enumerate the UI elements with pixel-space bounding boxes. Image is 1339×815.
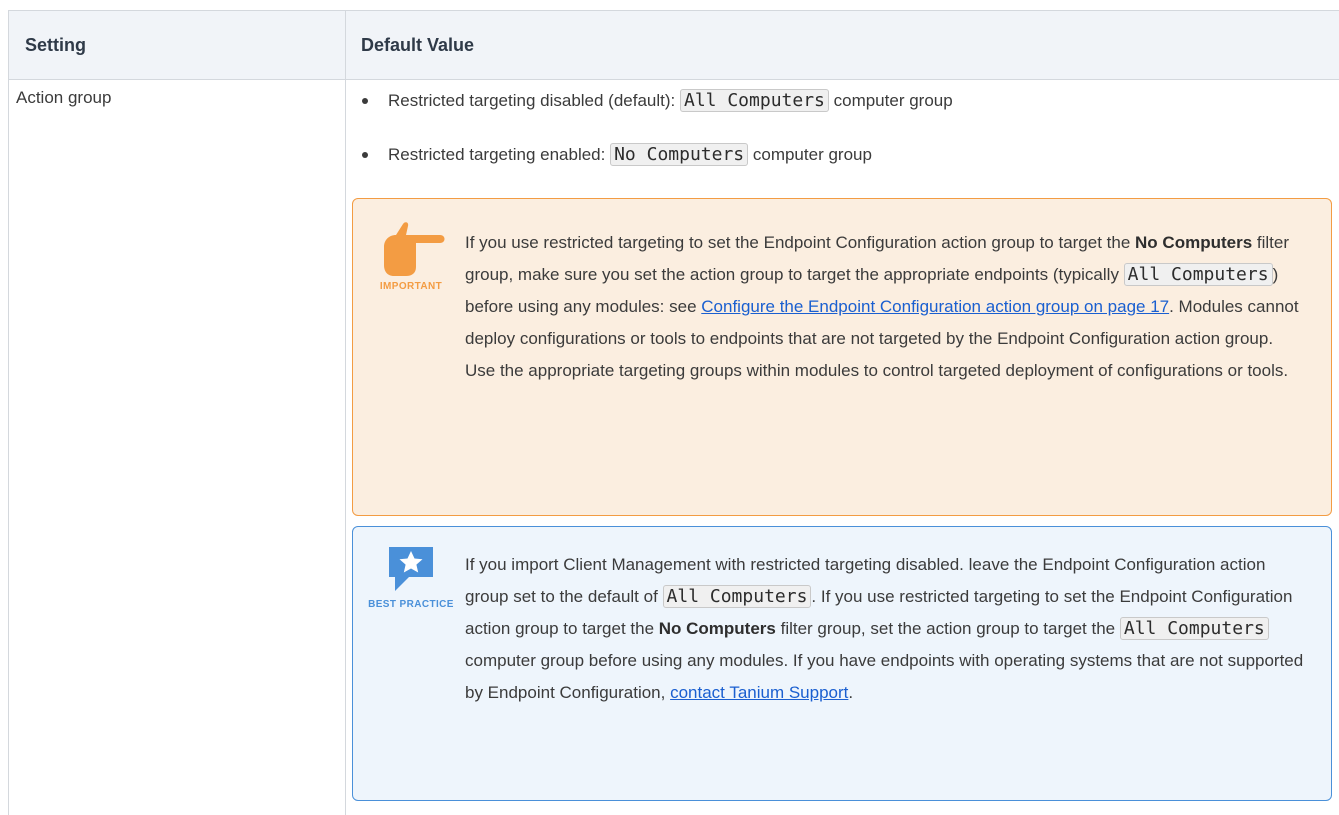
bold-no-computers: No Computers — [658, 619, 776, 638]
bullet-dot — [362, 152, 368, 158]
configure-action-group-link[interactable]: Configure the Endpoint Configuration act… — [701, 297, 1169, 316]
header-default-value: Default Value — [361, 35, 475, 55]
bullet-dot — [362, 98, 368, 104]
default-value-list: Restricted targeting disabled (default):… — [352, 86, 1322, 194]
important-icon-block: IMPORTANT — [367, 221, 455, 292]
note-text-part: . — [848, 683, 854, 702]
best-practice-icon-block: BEST PRACTICE — [367, 543, 455, 610]
code-all-computers: All Computers — [1119, 617, 1269, 640]
note-text-part: computer group before using any modules.… — [465, 651, 1304, 702]
pointing-hand-icon — [384, 222, 445, 276]
setting-name: Action group — [16, 88, 112, 107]
important-note: IMPORTANT If you use restricted targetin… — [352, 198, 1332, 516]
contact-support-link[interactable]: contact Tanium Support — [670, 683, 848, 702]
important-label: IMPORTANT — [379, 281, 443, 292]
code-no-computers: No Computers — [610, 143, 749, 166]
note-text-part: If you use restricted targeting to set t… — [465, 233, 1136, 252]
list-item: Restricted targeting enabled: No Compute… — [352, 140, 1322, 170]
list-item: Restricted targeting disabled (default):… — [352, 86, 1322, 116]
bullet-text: Restricted targeting enabled: — [388, 145, 611, 164]
star-badge-icon — [389, 547, 433, 591]
bullet-text: computer group — [748, 145, 872, 164]
note-text-part: filter group, set the action group to ta… — [775, 619, 1120, 638]
code-all-computers: All Computers — [662, 585, 812, 608]
bullet-text: Restricted targeting disabled (default): — [388, 91, 680, 110]
best-practice-note: BEST PRACTICE If you import Client Manag… — [352, 526, 1332, 801]
bullet-text: computer group — [828, 91, 953, 110]
bold-no-computers: No Computers — [1135, 233, 1253, 252]
column-divider — [345, 11, 346, 815]
code-all-computers: All Computers — [680, 89, 829, 112]
best-practice-text: If you import Client Management with res… — [465, 549, 1305, 709]
code-all-computers: All Computers — [1123, 263, 1273, 286]
best-practice-label: BEST PRACTICE — [368, 599, 454, 610]
table-header: Setting Default Value — [9, 11, 1339, 80]
important-text: If you use restricted targeting to set t… — [465, 227, 1305, 387]
header-setting: Setting — [25, 35, 86, 55]
